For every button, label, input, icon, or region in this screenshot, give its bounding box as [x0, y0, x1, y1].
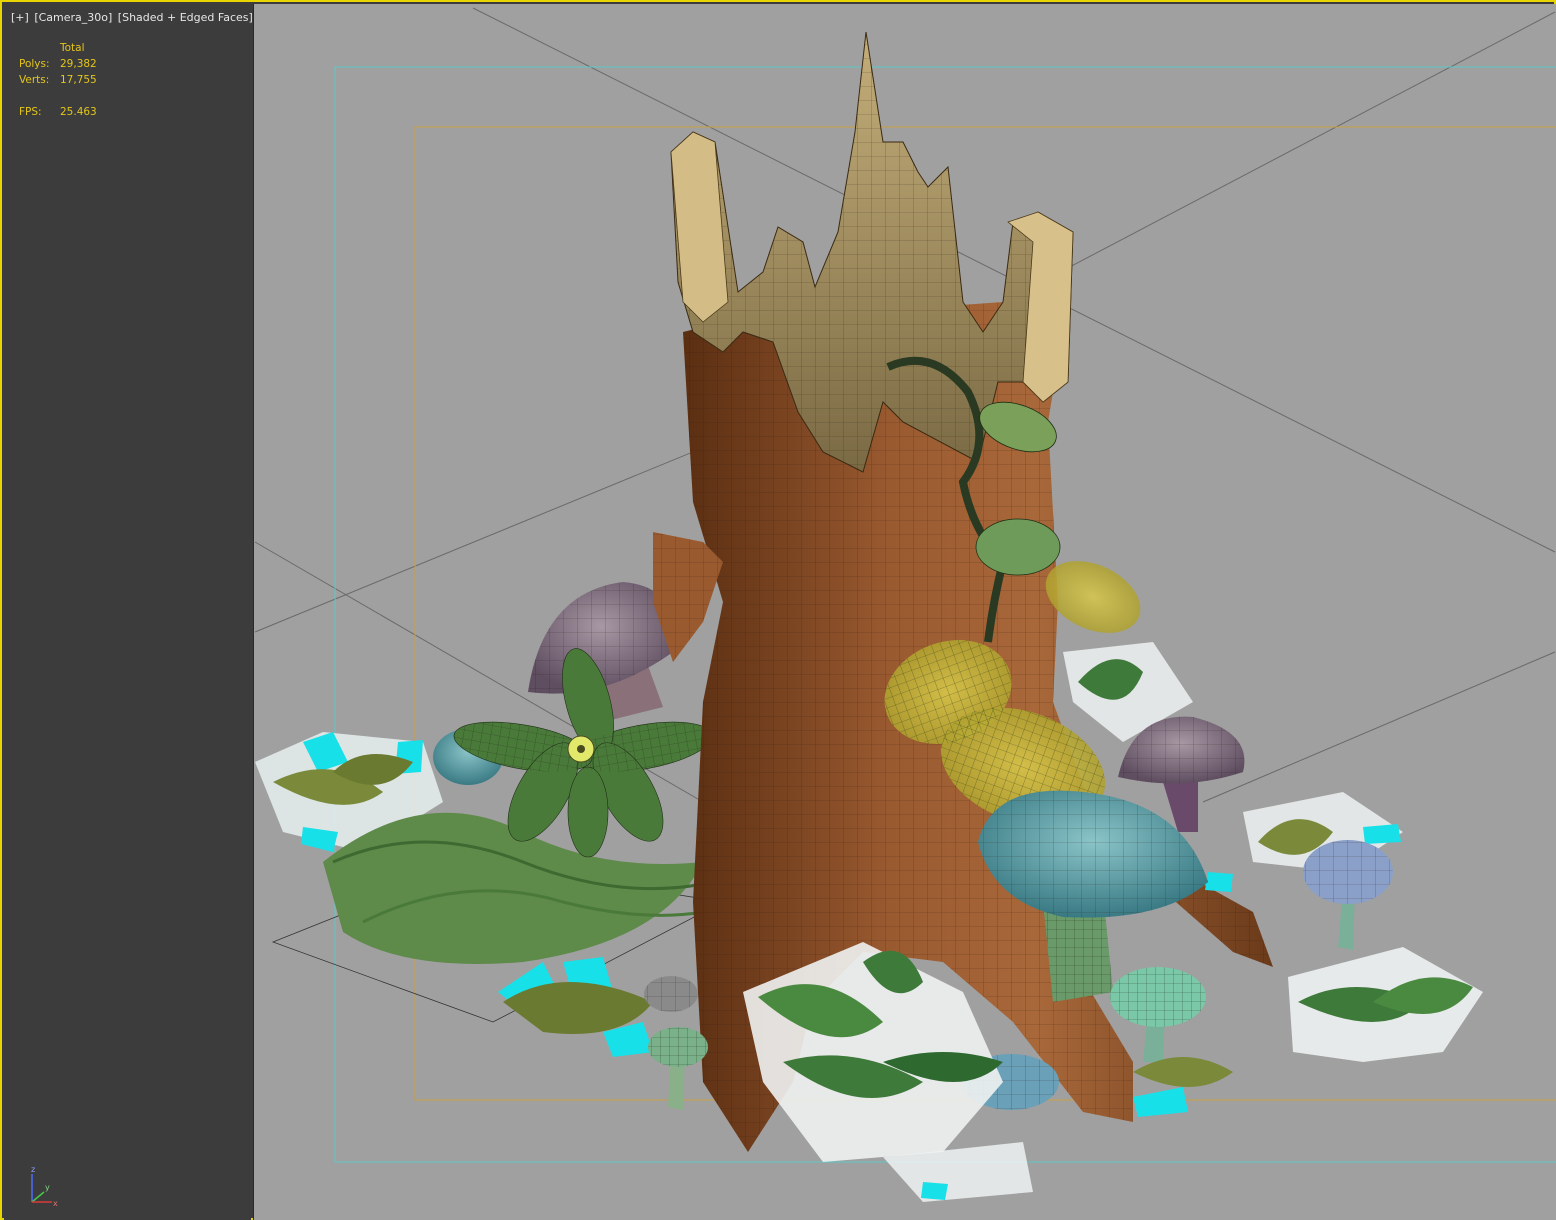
fps-label: FPS: — [19, 106, 42, 118]
statistics-panel: [+] [Camera_30o] [Shaded + Edged Faces] … — [4, 4, 253, 1220]
polys-label: Polys: — [19, 58, 50, 70]
verts-label: Verts: — [19, 74, 50, 86]
axis-tripod-icon: z y x — [31, 1165, 58, 1208]
axis-y-label: y — [45, 1183, 50, 1192]
mushroom-small-right — [1303, 840, 1393, 950]
camera-menu-button[interactable]: [Camera_30o] — [34, 11, 112, 24]
verts-value: 17,755 — [60, 74, 97, 86]
axis-z-label: z — [31, 1165, 35, 1174]
shading-mode-menu-button[interactable]: [Shaded + Edged Faces] — [118, 11, 253, 24]
viewport-menu-button[interactable]: [+] — [11, 11, 29, 24]
fps-value: 25.463 — [60, 106, 97, 118]
scene-canvas[interactable] — [253, 4, 1556, 1220]
axis-x-label: x — [53, 1199, 58, 1208]
polys-value: 29,382 — [60, 58, 97, 70]
scene-render[interactable] — [254, 4, 1556, 1220]
stats-header: Total — [60, 42, 85, 54]
active-viewport[interactable]: [+] [Camera_30o] [Shaded + Edged Faces] … — [0, 0, 1556, 1220]
viewport-label[interactable]: [+] [Camera_30o] [Shaded + Edged Faces] — [11, 11, 255, 24]
